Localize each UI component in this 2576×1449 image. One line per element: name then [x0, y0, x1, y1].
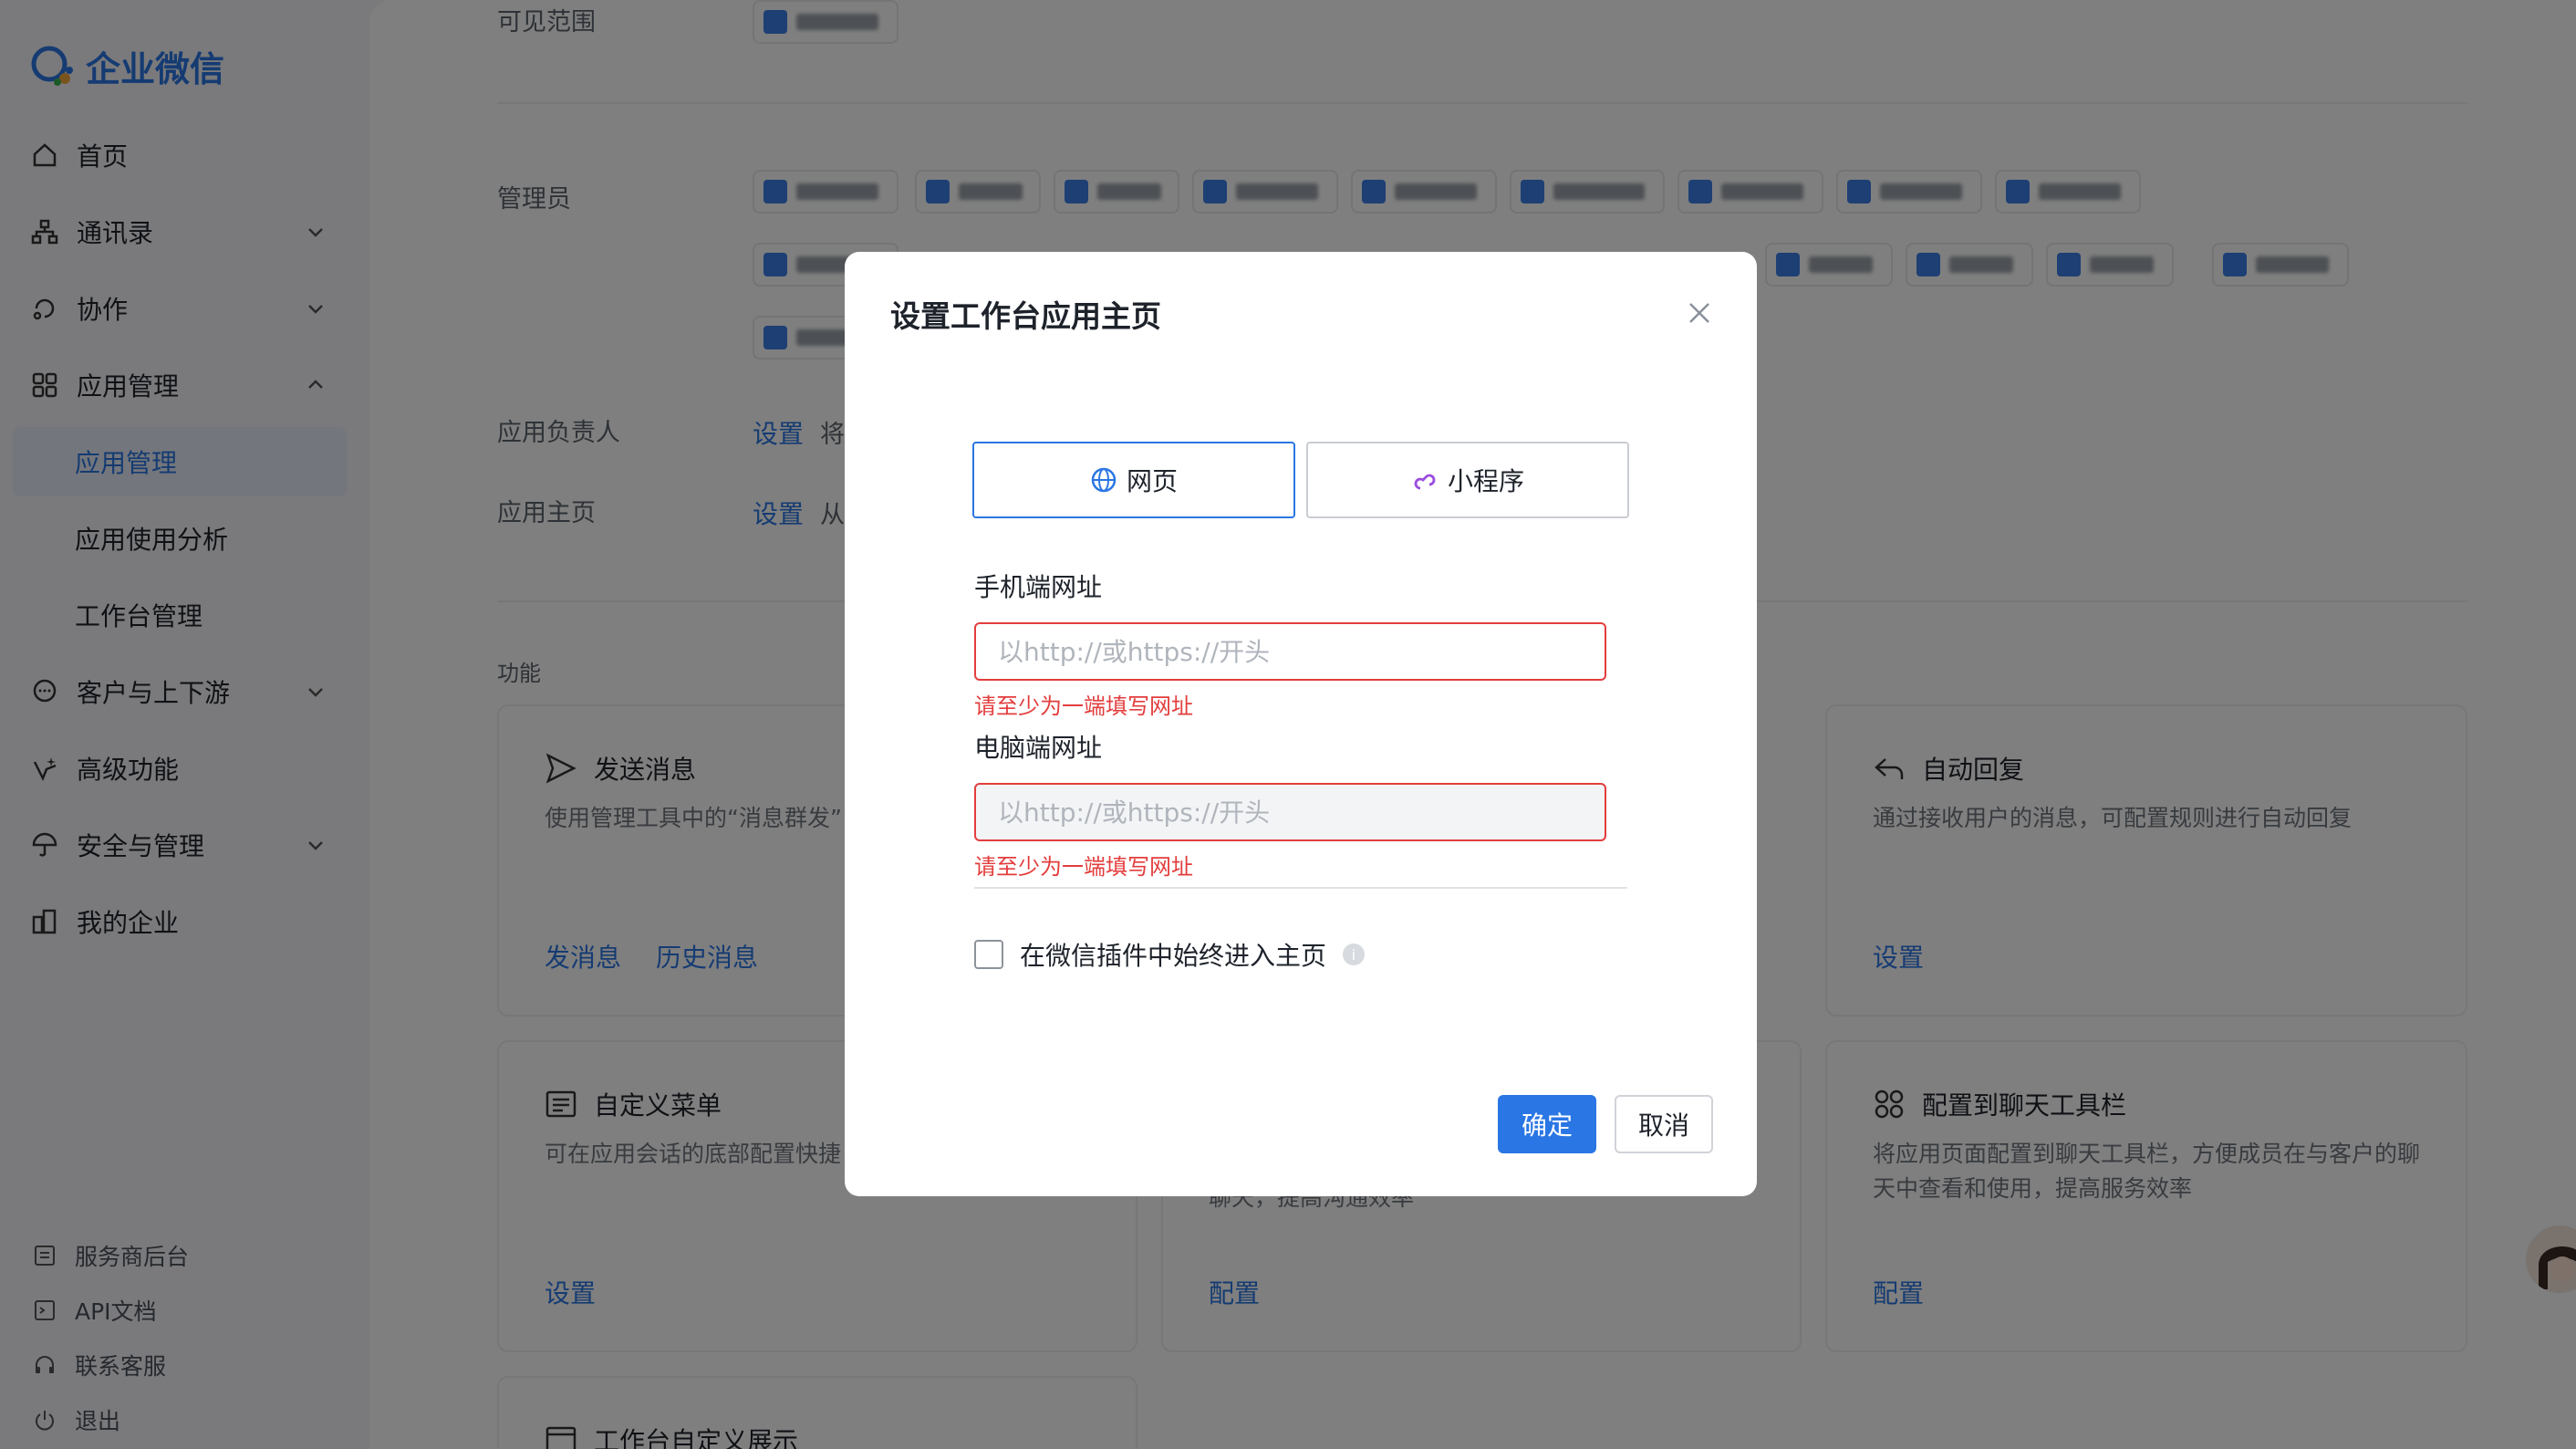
dialog-title: 设置工作台应用主页	[890, 298, 1161, 334]
globe-icon	[1091, 467, 1117, 493]
mobile-url-input[interactable]	[974, 622, 1606, 681]
divider	[974, 887, 1627, 889]
cancel-button[interactable]: 取消	[1615, 1095, 1713, 1153]
miniprogram-icon	[1414, 474, 1436, 490]
always-enter-homepage-checkbox[interactable]	[974, 940, 1003, 969]
pc-url-error: 请至少为一端填写网址	[974, 854, 1193, 880]
close-icon[interactable]	[1686, 299, 1713, 327]
tab-webpage[interactable]: 网页	[972, 442, 1295, 518]
checkbox-label: 在微信插件中始终进入主页	[1020, 941, 1327, 971]
tab-label: 网页	[1126, 466, 1178, 496]
tab-mini-program[interactable]: 小程序	[1306, 442, 1629, 518]
mobile-url-error: 请至少为一端填写网址	[974, 693, 1193, 719]
pc-url-input[interactable]	[974, 783, 1606, 841]
homepage-settings-dialog: 设置工作台应用主页 网页 小程序 手机端网址 请至少为一端填写网址 电脑端网址 …	[845, 252, 1757, 1196]
info-icon[interactable]: i	[1343, 943, 1366, 965]
mobile-url-label: 手机端网址	[974, 572, 1103, 602]
tab-label: 小程序	[1447, 466, 1524, 496]
always-enter-homepage-option[interactable]: 在微信插件中始终进入主页 i	[974, 936, 1366, 973]
confirm-button[interactable]: 确定	[1498, 1095, 1596, 1153]
pc-url-label: 电脑端网址	[974, 733, 1103, 763]
